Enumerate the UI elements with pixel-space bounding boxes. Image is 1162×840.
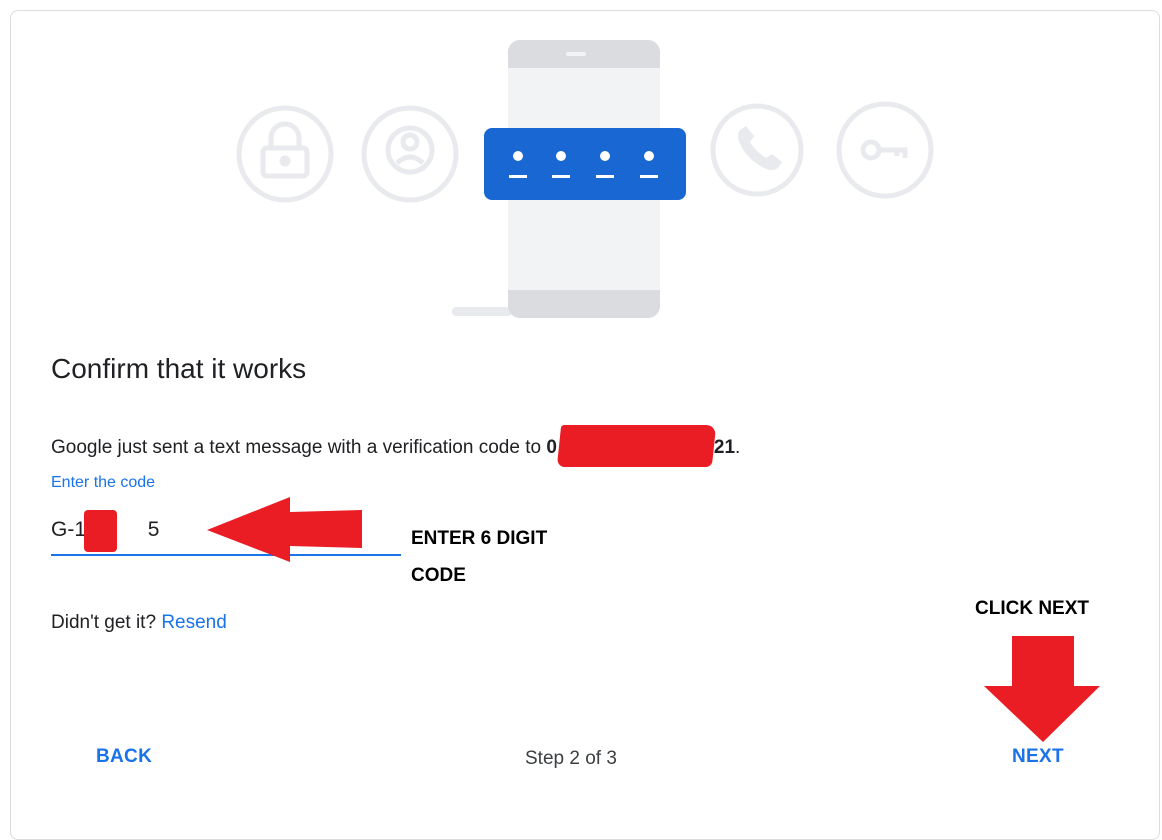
annotation-arrows — [207, 497, 1100, 742]
left-arrow-icon — [207, 497, 362, 562]
down-arrow-icon — [984, 636, 1100, 742]
